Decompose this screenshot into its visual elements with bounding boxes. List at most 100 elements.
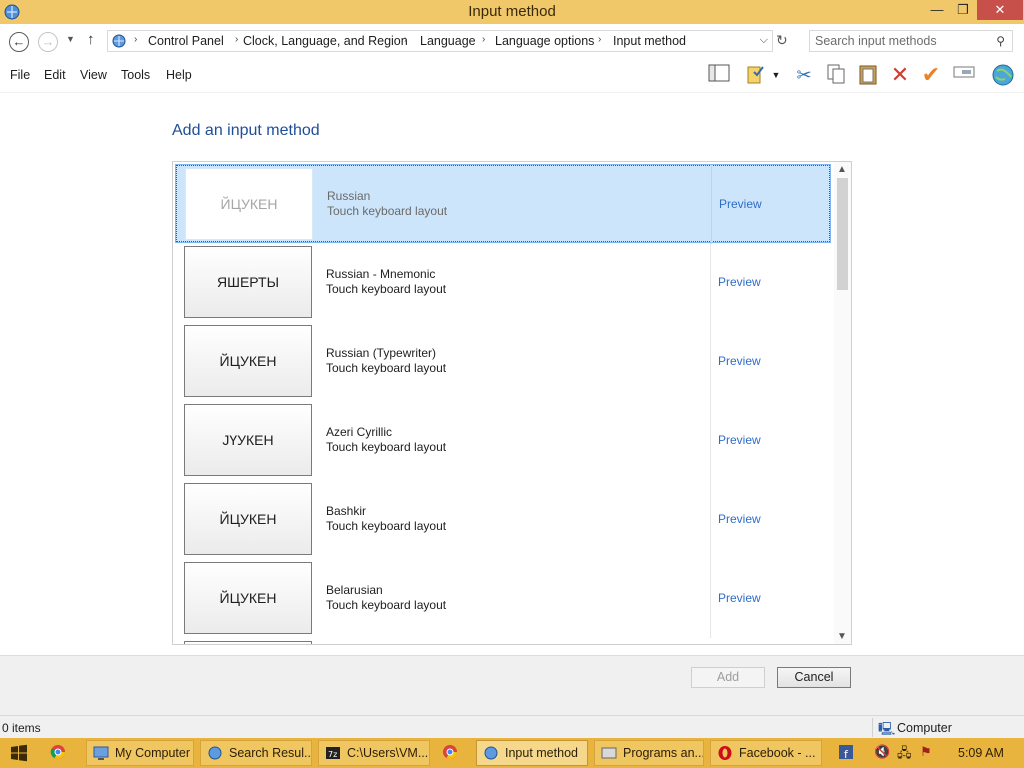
preview-link[interactable]: Preview <box>718 591 761 605</box>
list-item[interactable]: ЯШЕРТЫ Russian - Mnemonic Touch keyboard… <box>175 243 831 322</box>
up-button[interactable]: ↑ <box>87 31 95 48</box>
layout-name: Belarusian <box>326 583 383 597</box>
recent-locations-dropdown[interactable]: ▼ <box>66 34 75 44</box>
opera-icon <box>718 746 732 760</box>
maximize-button[interactable]: ❐ <box>950 0 976 20</box>
menu-help[interactable]: Help <box>166 68 192 82</box>
address-bar[interactable]: › Control Panel › Clock, Language, and R… <box>107 30 773 52</box>
preview-link[interactable]: Preview <box>718 512 761 526</box>
computer-icon <box>93 746 109 760</box>
column-divider <box>711 165 712 244</box>
add-button[interactable]: Add <box>691 667 765 688</box>
scroll-up-icon[interactable]: ▲ <box>837 164 847 175</box>
breadcrumb-separator[interactable]: › <box>134 34 137 45</box>
menu-view[interactable]: View <box>80 68 107 82</box>
address-dropdown-icon[interactable]: ⌵ <box>760 34 768 47</box>
keyboard-layout-thumbnail: JҮУКЕН <box>184 404 312 476</box>
vertical-scrollbar[interactable]: ▲ ▼ <box>834 162 851 644</box>
layout-type: Touch keyboard layout <box>326 361 447 375</box>
layout-name: Russian <box>327 189 371 203</box>
close-button[interactable]: ✕ <box>977 0 1023 20</box>
action-center-icon[interactable]: ⚑ <box>920 744 932 760</box>
list-item[interactable]: ЙЦУКЕН Belarusian Touch keyboard layout … <box>175 559 831 638</box>
layout-name: Russian (Typewriter) <box>326 346 437 360</box>
chrome-icon <box>443 745 457 759</box>
taskbar-item-my-computer[interactable]: My Computer <box>86 740 194 766</box>
preview-link[interactable]: Preview <box>719 197 762 211</box>
taskbar-item-facebook[interactable]: Facebook - ... <box>710 740 822 766</box>
cancel-button[interactable]: Cancel <box>777 667 851 688</box>
taskbar-item-programs[interactable]: Programs an... <box>594 740 704 766</box>
control-panel-icon <box>112 34 126 48</box>
menu-file[interactable]: File <box>10 68 30 82</box>
cut-icon[interactable]: ✂ <box>791 63 817 87</box>
properties-dropdown-icon[interactable]: ▼ <box>769 63 783 87</box>
layout-name: Azeri Cyrillic <box>326 425 392 439</box>
start-icon[interactable] <box>10 744 28 762</box>
search-input[interactable] <box>815 33 985 49</box>
taskbar-item-search-results[interactable]: Search Resul... <box>200 740 312 766</box>
taskbar-item-7zip[interactable]: 7z C:\Users\VM... <box>318 740 430 766</box>
paste-icon[interactable] <box>855 63 881 87</box>
search-icon[interactable]: ⚲ <box>996 34 1005 48</box>
7zip-icon: 7z <box>326 747 340 759</box>
refresh-icon[interactable]: ↻ <box>776 32 788 49</box>
window-title: Input method <box>468 3 556 20</box>
rename-icon[interactable] <box>951 63 977 87</box>
breadcrumb-input-method[interactable]: Input method <box>613 34 686 48</box>
menu-tools[interactable]: Tools <box>121 68 150 82</box>
chrome-taskbar-button-2[interactable] <box>436 740 470 766</box>
list-item[interactable]: ЙЦУКЕН Bashkir Touch keyboard layout Pre… <box>175 480 831 559</box>
preview-link[interactable]: Preview <box>718 275 761 289</box>
list-item[interactable]: ЙЦУКЕН Russian Touch keyboard layout Pre… <box>175 164 831 244</box>
list-item[interactable]: JҮУКЕН Azeri Cyrillic Touch keyboard lay… <box>175 401 831 480</box>
menu-edit[interactable]: Edit <box>44 68 66 82</box>
breadcrumb-separator[interactable]: › <box>404 34 407 45</box>
programs-icon <box>601 747 617 759</box>
network-icon[interactable]: 🖧 <box>897 744 912 766</box>
item-count: 0 items <box>2 721 41 735</box>
layout-pane-icon[interactable] <box>706 63 732 87</box>
layout-name: Russian - Mnemonic <box>326 267 436 281</box>
breadcrumb-language-options[interactable]: Language options <box>495 34 594 48</box>
minimize-button[interactable]: — <box>924 0 950 20</box>
layout-type: Touch keyboard layout <box>326 519 447 533</box>
layout-name: Bashkir <box>326 504 367 518</box>
scrollbar-thumb[interactable] <box>837 178 848 290</box>
volume-muted-icon[interactable]: 🔇 <box>874 744 890 760</box>
facebook-taskbar-button[interactable]: f <box>832 740 862 766</box>
layout-type: Touch keyboard layout <box>326 598 447 612</box>
keyboard-layout-thumbnail: ЙЦУКЕН <box>184 483 312 555</box>
breadcrumb-clock-language-region[interactable]: Clock, Language, and Region <box>243 34 408 48</box>
breadcrumb-language[interactable]: Language <box>420 34 476 48</box>
svg-text:7z: 7z <box>328 750 337 759</box>
status-location: Computer <box>897 721 952 735</box>
copy-icon[interactable] <box>823 63 849 87</box>
list-item[interactable] <box>175 638 831 644</box>
layout-type: Touch keyboard layout <box>326 440 447 454</box>
title-bar: Input method — ❐ ✕ <box>0 0 1024 24</box>
scroll-down-icon[interactable]: ▼ <box>837 631 847 642</box>
column-divider <box>710 401 711 480</box>
column-divider <box>710 559 711 638</box>
chrome-taskbar-button[interactable] <box>44 740 78 766</box>
breadcrumb-control-panel[interactable]: Control Panel <box>148 34 224 48</box>
breadcrumb-separator[interactable]: › <box>482 34 485 45</box>
input-method-list[interactable]: ЙЦУКЕН Russian Touch keyboard layout Pre… <box>172 161 852 645</box>
properties-icon[interactable] <box>743 63 769 87</box>
breadcrumb-separator[interactable]: › <box>598 34 601 45</box>
search-box[interactable]: ⚲ <box>809 30 1013 52</box>
preview-link[interactable]: Preview <box>718 354 761 368</box>
chrome-icon <box>50 745 65 759</box>
control-panel-icon <box>208 746 222 760</box>
preview-link[interactable]: Preview <box>718 433 761 447</box>
taskbar-item-input-method[interactable]: Input method <box>476 740 588 766</box>
clock[interactable]: 5:09 AM <box>958 746 1004 760</box>
back-button[interactable]: ← <box>9 32 29 52</box>
delete-icon[interactable]: ✕ <box>887 63 913 87</box>
forward-button[interactable]: → <box>38 32 58 52</box>
globe-icon[interactable] <box>990 63 1016 87</box>
list-item[interactable]: ЙЦУКЕН Russian (Typewriter) Touch keyboa… <box>175 322 831 401</box>
checkmark-icon[interactable]: ✔ <box>918 63 944 87</box>
breadcrumb-separator[interactable]: › <box>235 34 238 45</box>
